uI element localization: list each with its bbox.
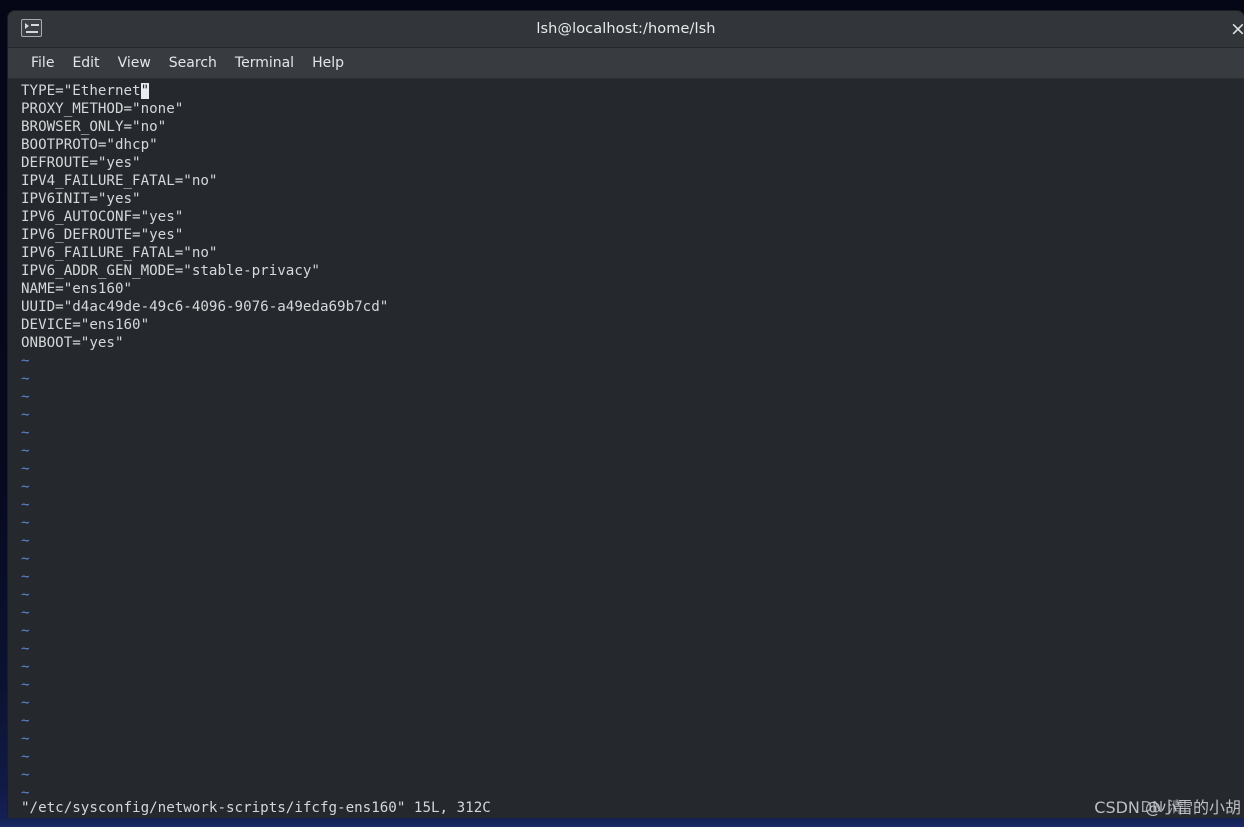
vim-text-line: IPV6_FAILURE_FATAL="no" xyxy=(21,245,218,261)
vim-text-line: IPV6INIT="yes" xyxy=(21,191,141,207)
terminal-screen[interactable]: TYPE="Ethernet" PROXY_METHOD="none" BROWSE… xyxy=(8,79,1244,818)
vim-cursor: " xyxy=(140,83,150,99)
vim-empty-line-marker: ~ xyxy=(21,767,30,783)
vim-text-line: IPV6_AUTOCONF="yes" xyxy=(21,209,184,225)
menu-item-view[interactable]: View xyxy=(109,49,160,78)
vim-text-line: UUID="d4ac49de-49c6-4096-9076-a49eda69b7… xyxy=(21,299,389,315)
vim-text-line: IPV6_DEFROUTE="yes" xyxy=(21,227,184,243)
vim-empty-line-marker: ~ xyxy=(21,713,30,729)
vim-empty-line-marker: ~ xyxy=(21,461,30,477)
vim-empty-line-marker: ~ xyxy=(21,443,30,459)
vim-status-text: "/etc/sysconfig/network-scripts/ifcfg-en… xyxy=(21,800,491,816)
vim-empty-line-marker: ~ xyxy=(21,623,30,639)
menubar: File Edit View Search Terminal Help xyxy=(8,48,1244,79)
vim-empty-line-marker: ~ xyxy=(21,515,30,531)
vim-empty-line-marker: ~ xyxy=(21,479,30,495)
desktop-background: lsh@localhost:/home/lsh × File Edit View… xyxy=(0,0,1244,827)
vim-text-line: DEFROUTE="yes" xyxy=(21,155,141,171)
vim-empty-line-marker: ~ xyxy=(21,371,30,387)
vim-empty-line-marker: ~ xyxy=(21,659,30,675)
vim-empty-line-marker: ~ xyxy=(21,551,30,567)
vim-text-line: PROXY_METHOD="none" xyxy=(21,101,184,117)
terminal-window: lsh@localhost:/home/lsh × File Edit View… xyxy=(8,11,1244,818)
window-titlebar[interactable]: lsh@localhost:/home/lsh × xyxy=(8,11,1244,48)
close-icon[interactable]: × xyxy=(1228,19,1244,39)
desktop-taskbar-strip xyxy=(0,818,1244,827)
vim-text-line: BROWSER_ONLY="no" xyxy=(21,119,167,135)
vim-empty-line-marker: ~ xyxy=(21,407,30,423)
menu-item-search[interactable]: Search xyxy=(160,49,226,78)
vim-empty-line-marker: ~ xyxy=(21,533,30,549)
vim-empty-line-marker: ~ xyxy=(21,587,30,603)
vim-text-line: TYPE="Ethernet" xyxy=(21,83,150,99)
vim-buffer: TYPE="Ethernet" PROXY_METHOD="none" BROWSE… xyxy=(8,82,1244,802)
menu-item-terminal[interactable]: Terminal xyxy=(226,49,303,78)
vim-empty-line-marker: ~ xyxy=(21,695,30,711)
vim-empty-line-marker: ~ xyxy=(21,353,30,369)
vim-text-line: ONBOOT="yes" xyxy=(21,335,124,351)
vim-status-line: "/etc/sysconfig/network-scripts/ifcfg-en… xyxy=(8,797,1244,818)
vim-text-line: DEVICE="ens160" xyxy=(21,317,150,333)
vim-text-line: BOOTPROTO="dhcp" xyxy=(21,137,158,153)
menu-item-help[interactable]: Help xyxy=(303,49,353,78)
menu-item-file[interactable]: File xyxy=(22,49,63,78)
vim-text-line: IPV4_FAILURE_FATAL="no" xyxy=(21,173,218,189)
menu-item-edit[interactable]: Edit xyxy=(63,49,108,78)
vim-empty-line-marker: ~ xyxy=(21,605,30,621)
vim-text-line: NAME="ens160" xyxy=(21,281,133,297)
vim-text-line: IPV6_ADDR_GEN_MODE="stable-privacy" xyxy=(21,263,320,279)
vim-empty-line-marker: ~ xyxy=(21,569,30,585)
vim-empty-line-marker: ~ xyxy=(21,389,30,405)
window-title: lsh@localhost:/home/lsh xyxy=(536,21,716,37)
vim-empty-line-marker: ~ xyxy=(21,425,30,441)
vim-empty-line-marker: ~ xyxy=(21,641,30,657)
vim-empty-line-marker: ~ xyxy=(21,497,30,513)
vim-empty-line-marker: ~ xyxy=(21,749,30,765)
vim-empty-line-marker: ~ xyxy=(21,677,30,693)
vim-empty-line-marker: ~ xyxy=(21,731,30,747)
